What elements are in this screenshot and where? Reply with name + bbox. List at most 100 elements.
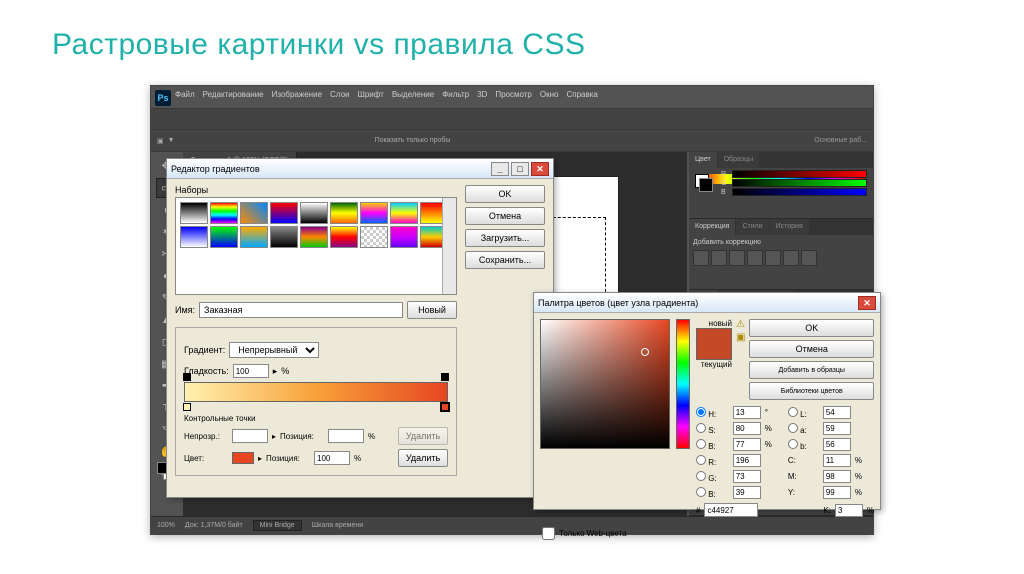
radio-bb[interactable] (788, 439, 798, 449)
preset-swatch[interactable] (330, 202, 358, 224)
delete-button[interactable]: Удалить (398, 449, 448, 467)
tab-color[interactable]: Цвет (689, 152, 717, 168)
menu-image[interactable]: Изображение (272, 90, 322, 106)
tab-history[interactable]: История (770, 219, 809, 235)
color-field[interactable] (540, 319, 670, 449)
color-libs-button[interactable]: Библиотеки цветов (749, 382, 874, 400)
smooth-input[interactable] (233, 364, 269, 378)
tab-styles[interactable]: Стили (736, 219, 768, 235)
color-cursor[interactable] (641, 348, 649, 356)
dialog-titlebar[interactable]: Редактор градиентов _ □ ✕ (167, 159, 553, 179)
scrollbar[interactable] (442, 198, 456, 294)
a-input[interactable] (823, 422, 851, 435)
menu-select[interactable]: Выделение (392, 90, 434, 106)
l-input[interactable] (823, 406, 851, 419)
gradient-bar[interactable] (184, 382, 448, 402)
color-swatch[interactable] (232, 452, 254, 464)
fg-bg-mini[interactable] (695, 174, 713, 192)
h-input[interactable] (733, 406, 761, 419)
preset-swatch[interactable] (210, 226, 238, 248)
preset-swatch[interactable] (330, 226, 358, 248)
warning-icon[interactable]: ⚠ (736, 319, 745, 330)
workspace-switcher[interactable]: Основные раб... (814, 137, 867, 144)
preset-swatch[interactable] (300, 202, 328, 224)
radio-s[interactable] (696, 423, 706, 433)
load-button[interactable]: Загрузить... (465, 229, 545, 247)
mini-bridge-tab[interactable]: Mini Bridge (253, 520, 302, 531)
preset-swatch[interactable] (180, 226, 208, 248)
cancel-button[interactable]: Отмена (465, 207, 545, 225)
menu-help[interactable]: Справка (566, 90, 597, 106)
pos-label: Позиция: (280, 432, 324, 441)
dialog-titlebar[interactable]: Палитра цветов (цвет узла градиента) ✕ (534, 293, 880, 313)
pos-input[interactable] (314, 451, 350, 465)
slider-r[interactable] (732, 170, 867, 178)
tab-adjust[interactable]: Коррекция (689, 219, 735, 235)
m-input[interactable] (823, 470, 851, 483)
add-swatch-button[interactable]: Добавить в образцы (749, 361, 874, 379)
b-input[interactable] (733, 438, 761, 451)
close-icon[interactable]: ✕ (858, 296, 876, 310)
k-input[interactable] (835, 504, 863, 517)
hex-input[interactable] (704, 503, 758, 517)
color-label: Цвет: (184, 454, 228, 463)
preset-swatch[interactable] (240, 226, 268, 248)
preset-swatch[interactable] (270, 226, 298, 248)
bv-input[interactable] (733, 486, 761, 499)
pos-label: Позиция: (266, 454, 310, 463)
preset-swatch[interactable] (240, 202, 268, 224)
menu-edit[interactable]: Редактирование (203, 90, 264, 106)
menu-filter[interactable]: Фильтр (442, 90, 469, 106)
preset-swatch[interactable] (210, 202, 238, 224)
hue-slider[interactable] (676, 319, 690, 449)
slider-b[interactable] (732, 188, 867, 196)
preset-swatch[interactable] (360, 226, 388, 248)
type-select[interactable]: Непрерывный (229, 342, 319, 358)
opacity-stop[interactable] (441, 373, 449, 381)
menu-window[interactable]: Окно (540, 90, 559, 106)
preset-swatch[interactable] (270, 202, 298, 224)
preset-swatch[interactable] (180, 202, 208, 224)
preset-swatch[interactable] (390, 226, 418, 248)
radio-bv[interactable] (696, 487, 706, 497)
web-only-checkbox[interactable] (542, 527, 555, 540)
preset-swatch[interactable] (360, 202, 388, 224)
ok-button[interactable]: OK (465, 185, 545, 203)
ok-button[interactable]: OK (749, 319, 874, 337)
r-input[interactable] (733, 454, 761, 467)
maximize-icon[interactable]: □ (511, 162, 529, 176)
timeline-tab[interactable]: Шкала времени (312, 522, 363, 529)
cancel-button[interactable]: Отмена (749, 340, 874, 358)
preset-swatch[interactable] (390, 202, 418, 224)
name-input[interactable] (199, 302, 403, 318)
menu-view[interactable]: Просмотр (495, 90, 532, 106)
opacity-stop[interactable] (183, 373, 191, 381)
color-stop[interactable] (441, 403, 449, 411)
close-icon[interactable]: ✕ (531, 162, 549, 176)
g-input[interactable] (733, 470, 761, 483)
secondary-bar: ▣▼ Показать только пробы Основные раб... (151, 130, 873, 152)
minimize-icon[interactable]: _ (491, 162, 509, 176)
y-input[interactable] (823, 486, 851, 499)
menu-3d[interactable]: 3D (477, 90, 487, 106)
slider-g[interactable] (732, 179, 867, 187)
radio-h[interactable] (696, 407, 706, 417)
bb-input[interactable] (823, 438, 851, 451)
save-button[interactable]: Сохранить... (465, 251, 545, 269)
c-input[interactable] (823, 454, 851, 467)
menu-layers[interactable]: Слои (330, 90, 349, 106)
zoom-level[interactable]: 100% (157, 522, 175, 529)
tab-swatches[interactable]: Образцы (718, 152, 759, 168)
menu-type[interactable]: Шрифт (357, 90, 383, 106)
new-button[interactable]: Новый (407, 301, 457, 319)
radio-r[interactable] (696, 455, 706, 465)
color-stop[interactable] (183, 403, 191, 411)
preset-swatch[interactable] (300, 226, 328, 248)
radio-a[interactable] (788, 423, 798, 433)
radio-l[interactable] (788, 407, 798, 417)
radio-g[interactable] (696, 471, 706, 481)
menu-file[interactable]: Файл (175, 90, 195, 106)
s-input[interactable] (733, 422, 761, 435)
radio-b[interactable] (696, 439, 706, 449)
cube-icon[interactable]: ▣ (736, 332, 745, 343)
